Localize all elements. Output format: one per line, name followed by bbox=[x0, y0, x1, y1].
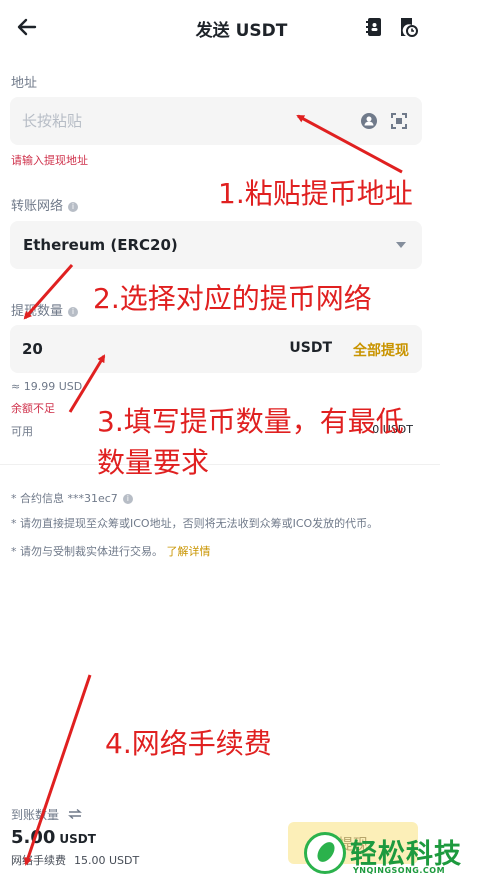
receive-amount-value: 5.00 bbox=[11, 827, 56, 848]
receive-amount: 5.00 USDT bbox=[11, 827, 96, 848]
address-label: 地址 bbox=[11, 76, 38, 91]
info-icon[interactable]: i bbox=[68, 307, 79, 317]
amount-label: 提现数量 i bbox=[11, 300, 79, 319]
address-input[interactable] bbox=[22, 97, 342, 145]
address-field[interactable] bbox=[10, 97, 422, 145]
available-label: 可用 bbox=[11, 425, 33, 438]
address-error: 请输入提现地址 bbox=[11, 154, 88, 167]
watermark: 轻松科技 YNQINGSONG.COM bbox=[298, 822, 483, 883]
contract-info: * 合约信息 ***31ec7 i bbox=[11, 490, 133, 506]
sanction-note: * 请勿与受制裁实体进行交易。 了解详情 bbox=[11, 543, 211, 559]
chevron-down-icon bbox=[396, 242, 406, 248]
watermark-sub: YNQINGSONG.COM bbox=[353, 866, 446, 875]
amount-error: 余额不足 bbox=[11, 402, 55, 415]
info-icon[interactable]: i bbox=[68, 202, 79, 212]
ico-warning: * 请勿直接提现至众筹或ICO地址，否则将无法收到众筹或ICO发放的代币。 bbox=[11, 517, 379, 530]
network-select[interactable]: Ethereum (ERC20) bbox=[10, 221, 422, 269]
network-label-text: 转账网络 bbox=[11, 199, 64, 214]
network-label: 转账网络 i bbox=[11, 195, 79, 214]
divider bbox=[0, 464, 440, 465]
info-icon[interactable]: i bbox=[122, 494, 133, 504]
network-value: Ethereum (ERC20) bbox=[23, 236, 178, 254]
learn-more-link[interactable]: 了解详情 bbox=[167, 545, 211, 558]
address-book-icon[interactable] bbox=[364, 16, 386, 38]
contact-icon[interactable] bbox=[360, 112, 378, 130]
receive-label-text: 到账数量 bbox=[11, 808, 60, 822]
history-icon[interactable] bbox=[397, 16, 419, 38]
swap-icon[interactable] bbox=[67, 808, 82, 820]
annotation-step3-line1: 3.填写提币数量，有最低 bbox=[97, 405, 404, 438]
top-bar: 发送 USDT bbox=[0, 0, 483, 56]
annotation-step2: 2.选择对应的提币网络 bbox=[93, 282, 372, 315]
scan-icon[interactable] bbox=[390, 112, 408, 130]
amount-input[interactable]: 20 bbox=[22, 340, 43, 358]
receive-amount-unit: USDT bbox=[59, 832, 96, 846]
amount-field[interactable]: 20 USDT 全部提现 bbox=[10, 325, 422, 373]
annotation-step3-line2: 数量要求 bbox=[97, 446, 210, 479]
receive-label: 到账数量 bbox=[11, 806, 82, 823]
amount-label-text: 提现数量 bbox=[11, 304, 64, 319]
network-fee: 网络手续费 15.00 USDT bbox=[11, 852, 139, 868]
leaf-logo-icon bbox=[304, 832, 346, 874]
withdraw-all-button[interactable]: 全部提现 bbox=[353, 340, 409, 360]
network-fee-label: 网络手续费 bbox=[11, 854, 66, 867]
amount-unit: USDT bbox=[289, 340, 332, 356]
sanction-note-text: * 请勿与受制裁实体进行交易。 bbox=[11, 545, 163, 558]
contract-info-text: * 合约信息 ***31ec7 bbox=[11, 492, 118, 505]
annotation-step1: 1.粘贴提币地址 bbox=[218, 177, 413, 210]
network-fee-value: 15.00 USDT bbox=[74, 854, 140, 867]
annotation-step4: 4.网络手续费 bbox=[105, 727, 272, 760]
amount-approx: ≈ 19.99 USD bbox=[11, 380, 83, 393]
